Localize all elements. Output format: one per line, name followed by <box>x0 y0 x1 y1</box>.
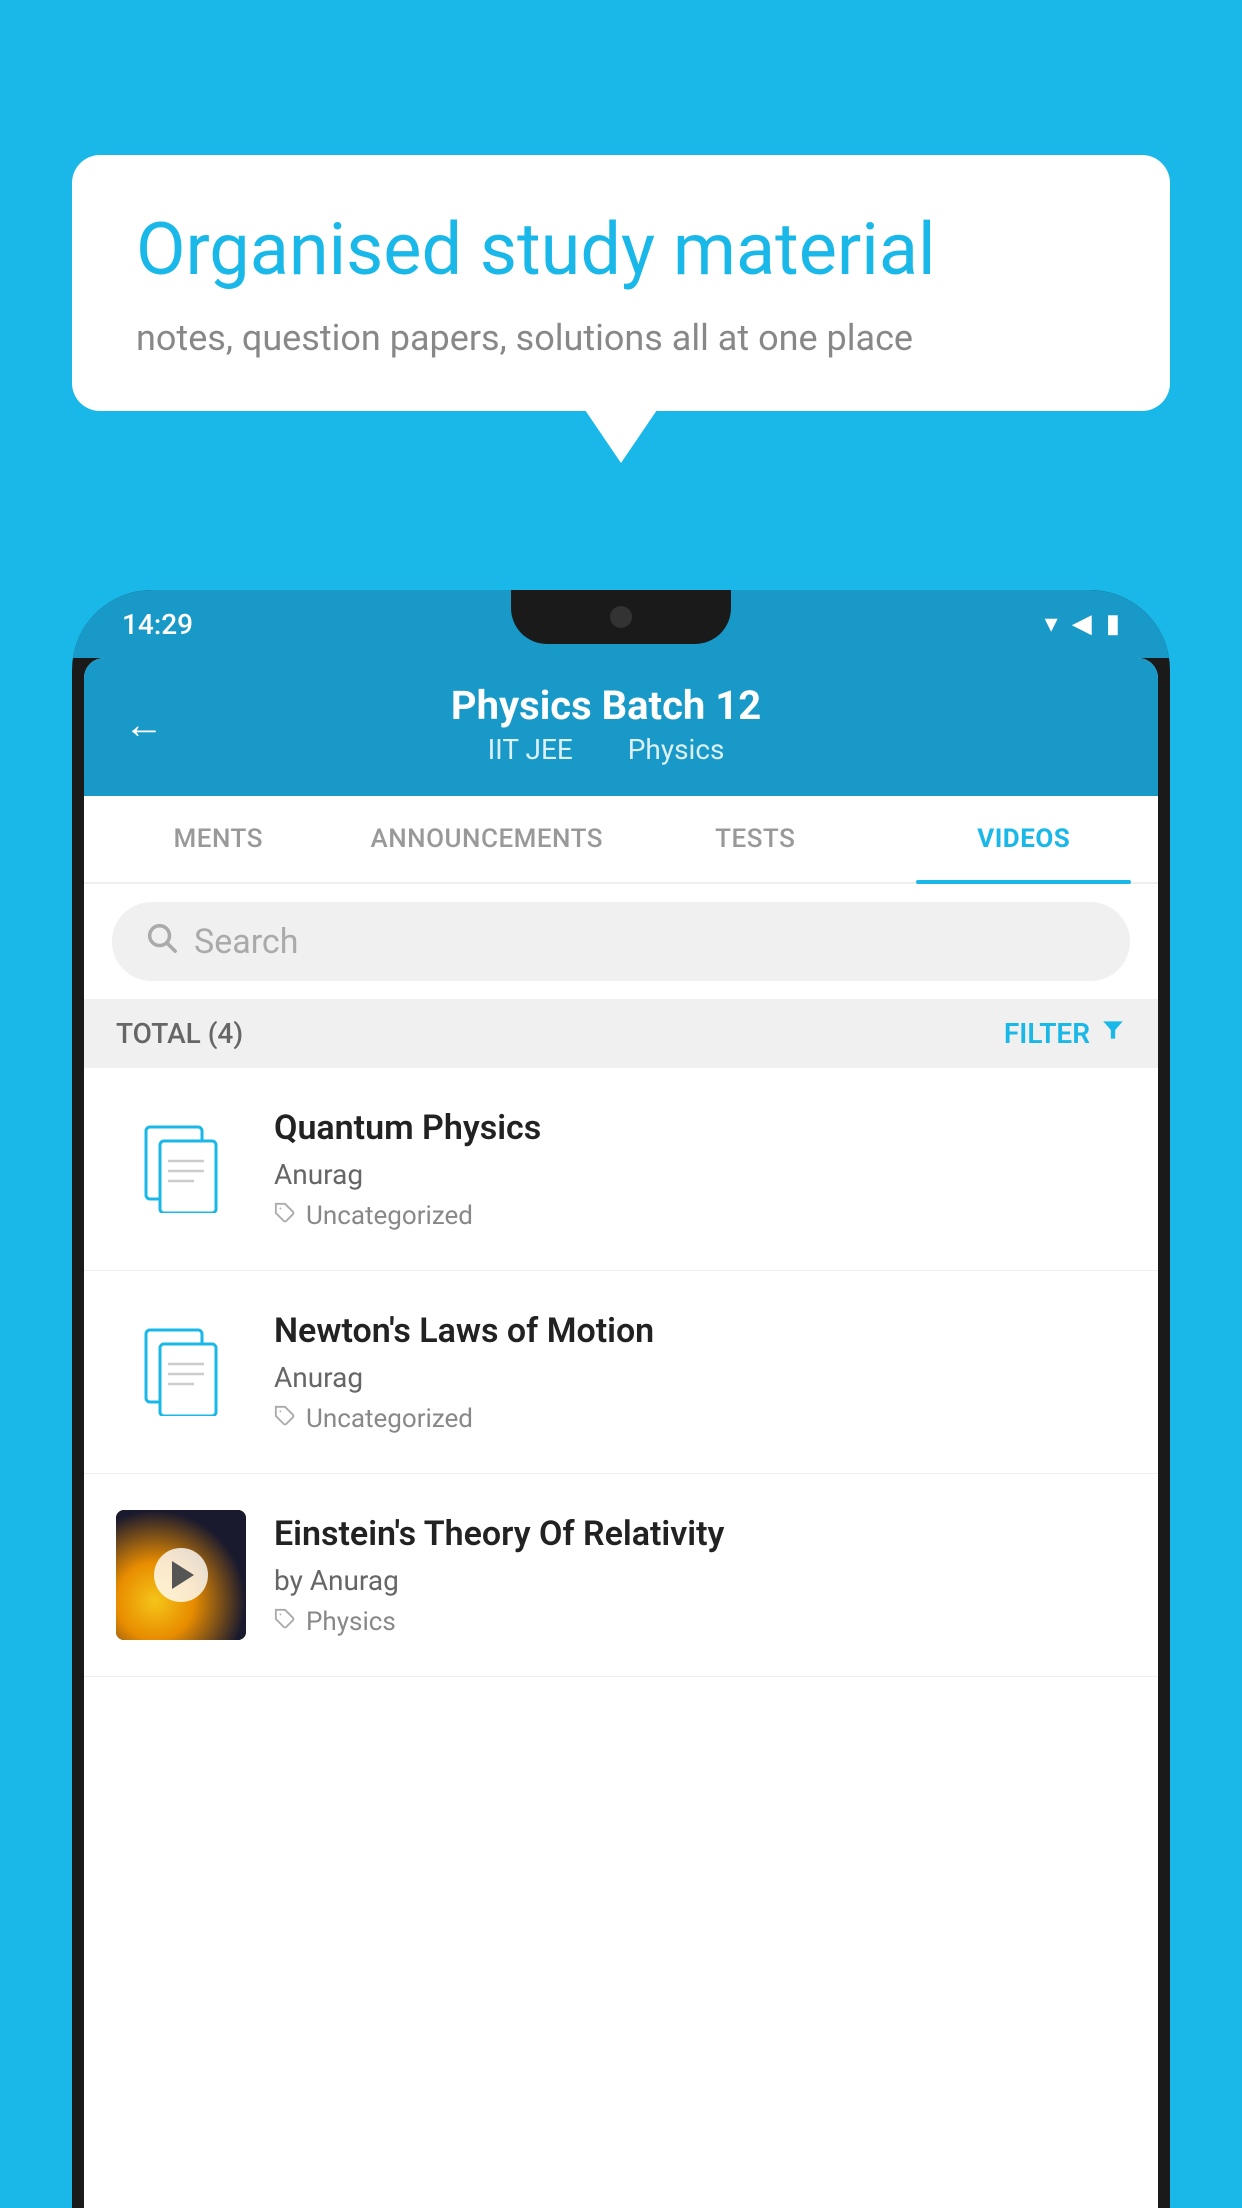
header-info: Physics Batch 12 IIT JEE Physics <box>194 682 1018 766</box>
file-icon-2 <box>144 1328 219 1416</box>
item-author-1: Anurag <box>274 1158 1126 1191</box>
bubble-subtitle: notes, question papers, solutions all at… <box>136 317 1106 359</box>
battery-icon: ▮ <box>1106 609 1120 639</box>
tab-announcements[interactable]: ANNOUNCEMENTS <box>353 796 622 882</box>
signal-icon: ◀ <box>1072 609 1092 639</box>
play-triangle-3 <box>172 1561 194 1589</box>
item-tag-1: Uncategorized <box>274 1201 1126 1231</box>
phone-screen: ← Physics Batch 12 IIT JEE Physics MENTS… <box>84 658 1158 2208</box>
video-list: Quantum Physics Anurag Uncategorized <box>84 1068 1158 1677</box>
item-info-2: Newton's Laws of Motion Anurag Uncategor… <box>274 1307 1126 1434</box>
bubble-title: Organised study material <box>136 207 1106 293</box>
tag-icon-3 <box>274 1608 296 1636</box>
phone-frame: 14:29 ▾ ◀ ▮ ← Physics Batch 12 IIT JEE P… <box>72 590 1170 2208</box>
speech-bubble: Organised study material notes, question… <box>72 155 1170 411</box>
item-info-3: Einstein's Theory Of Relativity by Anura… <box>274 1510 1126 1637</box>
back-button[interactable]: ← <box>124 701 164 748</box>
video-thumbnail-3 <box>116 1510 246 1640</box>
header-subtitle-physics: Physics <box>628 733 725 766</box>
item-tag-2: Uncategorized <box>274 1404 1126 1434</box>
file-icon-wrap-2 <box>116 1307 246 1437</box>
item-author-2: Anurag <box>274 1361 1126 1394</box>
tab-tests[interactable]: TESTS <box>621 796 890 882</box>
item-title-3: Einstein's Theory Of Relativity <box>274 1514 1126 1554</box>
search-icon <box>144 920 178 963</box>
file-icon-wrap-1 <box>116 1104 246 1234</box>
camera-dot <box>610 606 632 628</box>
tag-label-2: Uncategorized <box>306 1404 473 1434</box>
tag-icon-2 <box>274 1405 296 1433</box>
search-bar-wrap: Search <box>84 884 1158 999</box>
filter-icon <box>1100 1017 1126 1050</box>
item-tag-3: Physics <box>274 1607 1126 1637</box>
tabs-bar: MENTS ANNOUNCEMENTS TESTS VIDEOS <box>84 796 1158 884</box>
wifi-icon: ▾ <box>1045 609 1058 639</box>
item-title-1: Quantum Physics <box>274 1108 1126 1148</box>
search-placeholder: Search <box>194 922 298 962</box>
phone-notch <box>511 590 731 644</box>
tab-ments[interactable]: MENTS <box>84 796 353 882</box>
tab-videos[interactable]: VIDEOS <box>890 796 1159 882</box>
filter-row: TOTAL (4) FILTER <box>84 999 1158 1068</box>
file-icon-1 <box>144 1125 219 1213</box>
filter-label: FILTER <box>1004 1017 1090 1050</box>
item-author-3: by Anurag <box>274 1564 1126 1597</box>
search-bar[interactable]: Search <box>112 902 1130 981</box>
total-label: TOTAL (4) <box>116 1017 243 1050</box>
app-header: ← Physics Batch 12 IIT JEE Physics <box>84 658 1158 796</box>
status-icons: ▾ ◀ ▮ <box>1045 609 1120 639</box>
filter-button[interactable]: FILTER <box>1004 1017 1126 1050</box>
video-item-2[interactable]: Newton's Laws of Motion Anurag Uncategor… <box>84 1271 1158 1474</box>
play-button-3[interactable] <box>154 1548 208 1602</box>
video-item-3[interactable]: Einstein's Theory Of Relativity by Anura… <box>84 1474 1158 1677</box>
tag-label-3: Physics <box>306 1607 396 1637</box>
header-title: Physics Batch 12 <box>194 682 1018 729</box>
header-subtitle-iitjee: IIT JEE <box>488 733 573 766</box>
item-title-2: Newton's Laws of Motion <box>274 1311 1126 1351</box>
tag-label-1: Uncategorized <box>306 1201 473 1231</box>
item-info-1: Quantum Physics Anurag Uncategorized <box>274 1104 1126 1231</box>
video-item-1[interactable]: Quantum Physics Anurag Uncategorized <box>84 1068 1158 1271</box>
status-time: 14:29 <box>122 608 193 641</box>
tag-icon-1 <box>274 1202 296 1230</box>
header-subtitle: IIT JEE Physics <box>194 733 1018 766</box>
